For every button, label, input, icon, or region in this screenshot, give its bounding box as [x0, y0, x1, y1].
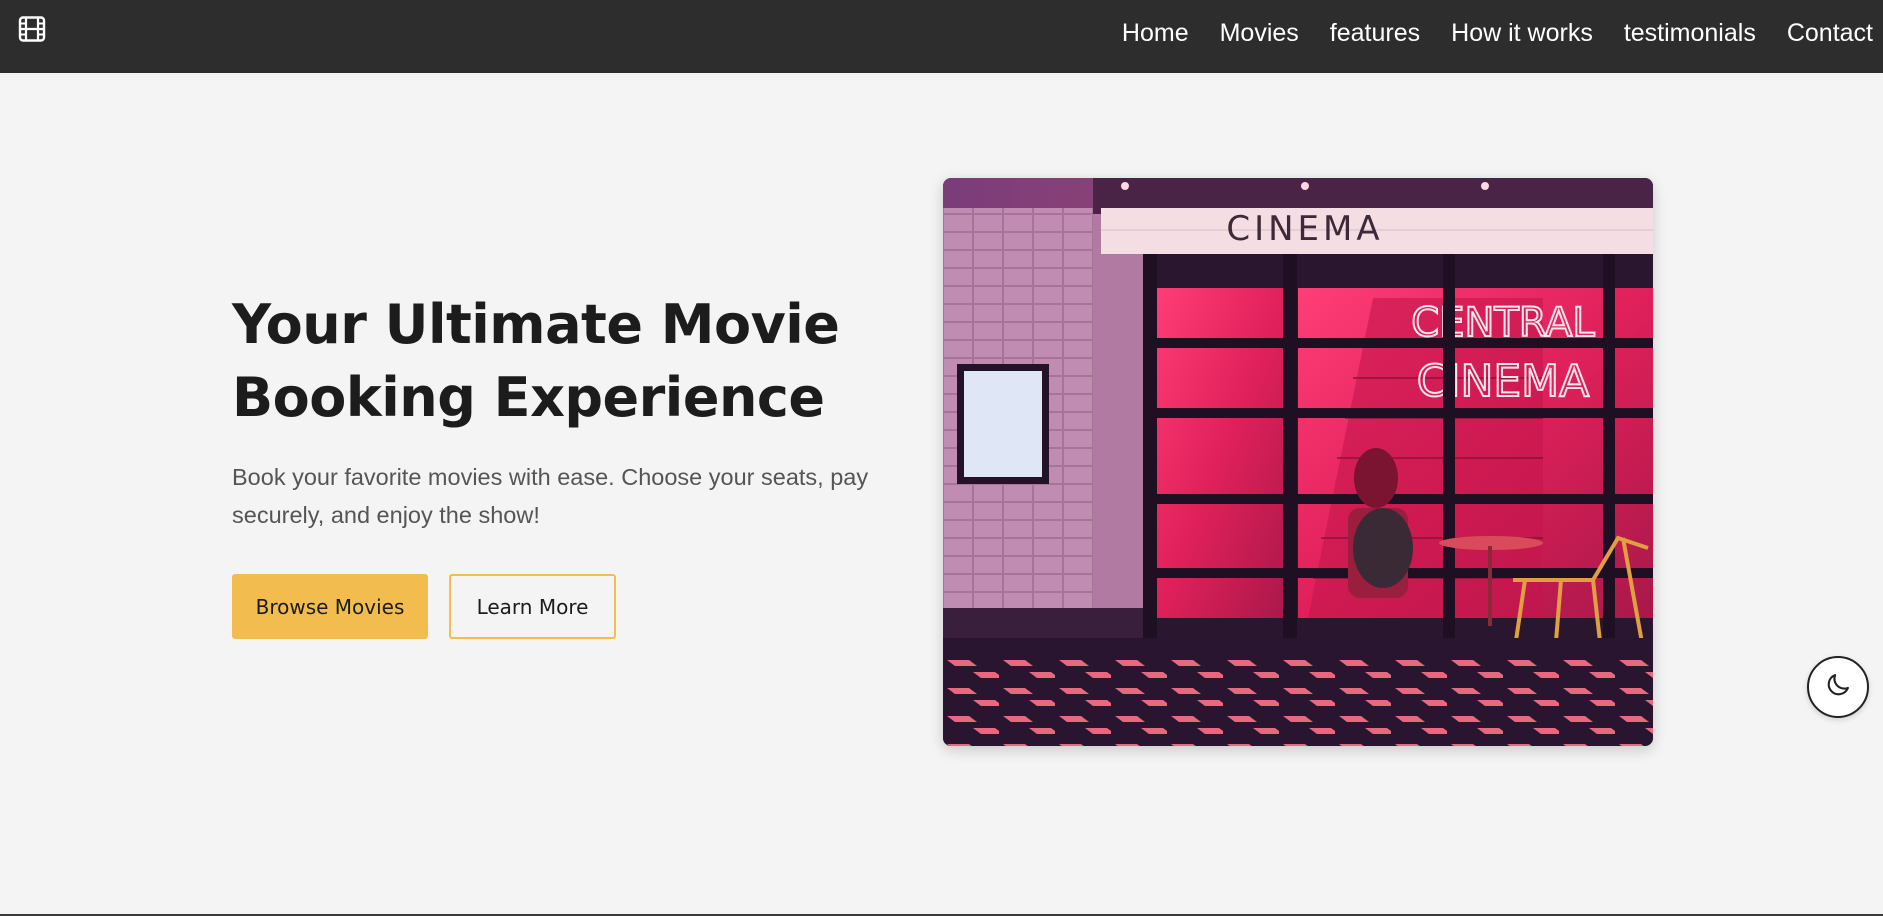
browse-movies-button[interactable]: Browse Movies	[232, 574, 428, 639]
nav-how-it-works-link[interactable]: How it works	[1451, 19, 1593, 48]
nav-testimonials-link[interactable]: testimonials	[1624, 19, 1756, 48]
hero-subtitle: Book your favorite movies with ease. Cho…	[232, 464, 869, 528]
neon-cinema-text: CINEMA	[1417, 356, 1589, 407]
cinema-sign-text: CINEMA	[1226, 209, 1383, 249]
nav-features-link[interactable]: features	[1330, 19, 1420, 48]
navbar: Home Movies features How it works testim…	[0, 0, 1883, 73]
learn-more-button[interactable]: Learn More	[449, 574, 616, 639]
film-icon[interactable]	[18, 16, 46, 42]
main-nav: Home Movies features How it works testim…	[1091, 0, 1883, 67]
theme-toggle-button[interactable]	[1807, 656, 1869, 718]
hero-section: Your Ultimate Movie Booking Experience B…	[232, 288, 892, 639]
nav-movies-link[interactable]: Movies	[1220, 19, 1299, 48]
hero-title: Your Ultimate Movie Booking Experience	[232, 293, 840, 429]
moon-icon	[1824, 671, 1852, 704]
hero-cinema-image: CINEMA CENTRAL CINEMA	[943, 178, 1653, 746]
nav-contact-link[interactable]: Contact	[1787, 19, 1873, 48]
nav-home-link[interactable]: Home	[1122, 19, 1189, 48]
